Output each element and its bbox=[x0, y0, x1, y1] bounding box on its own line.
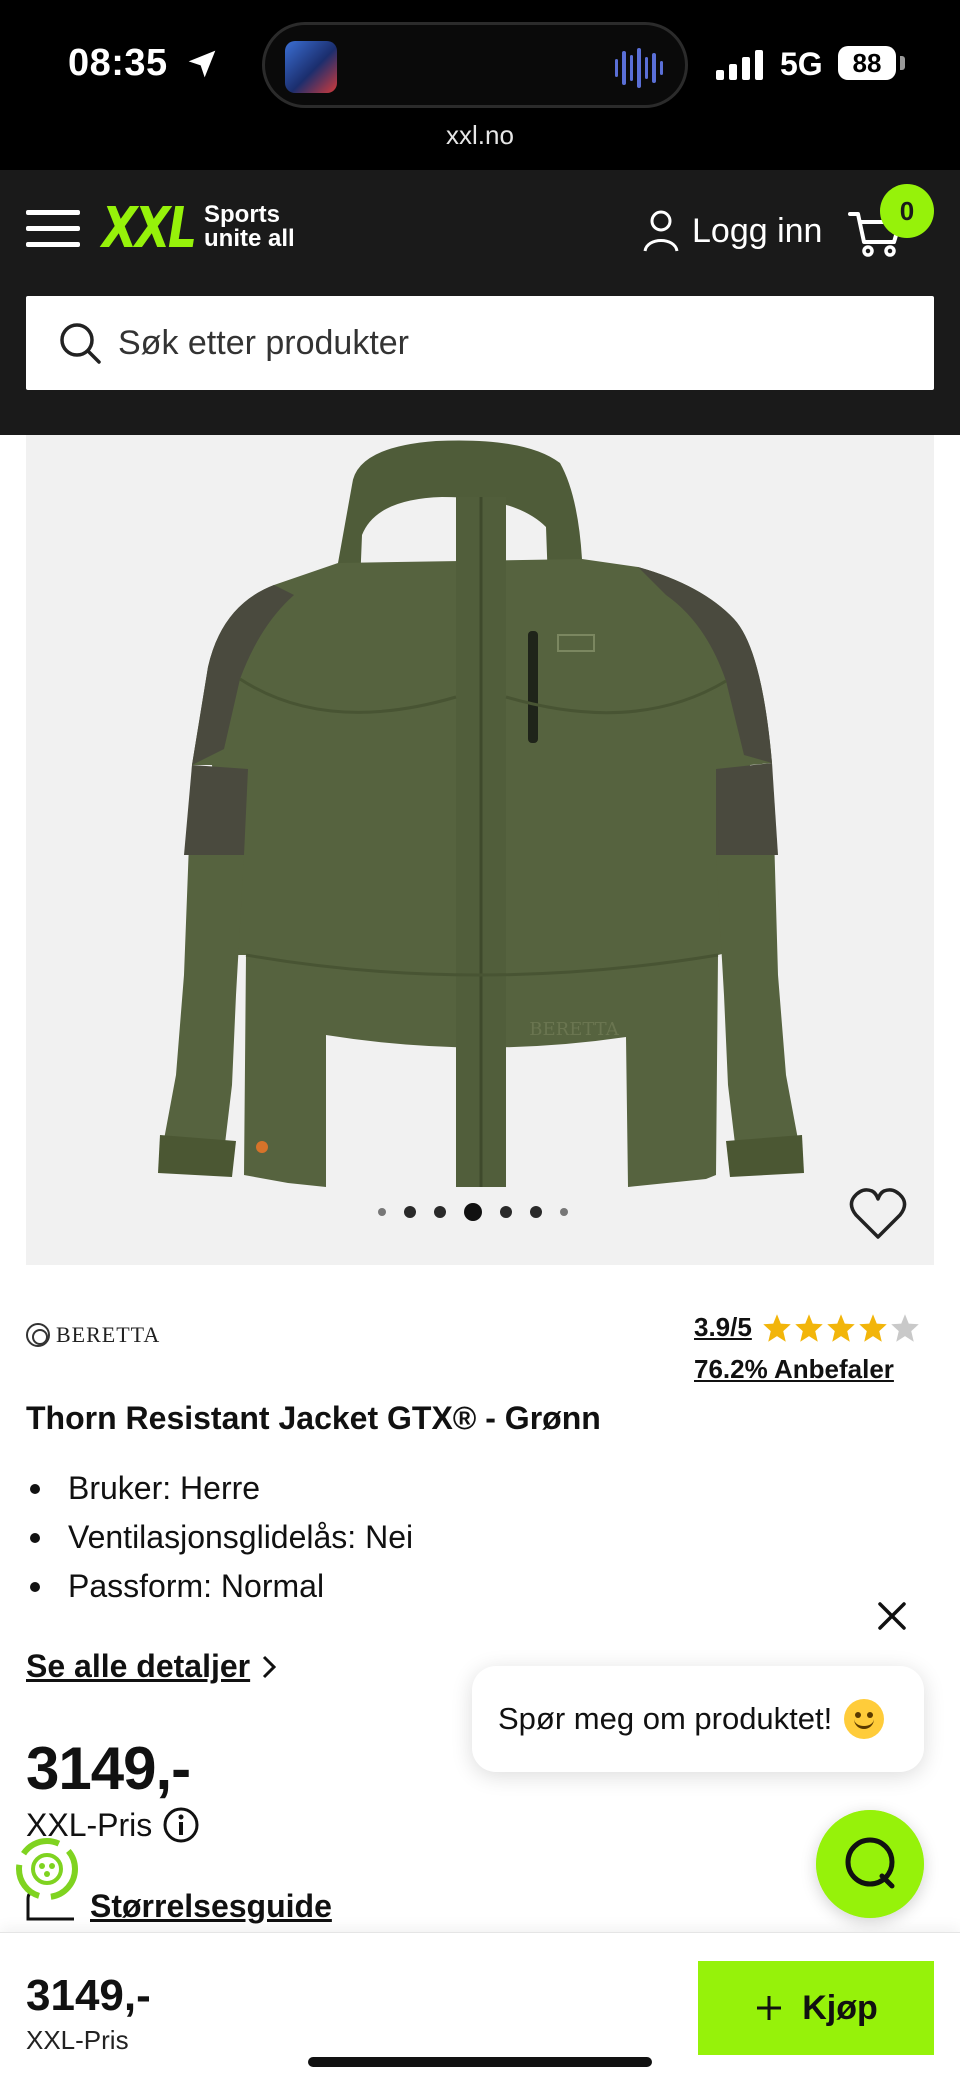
beretta-seal-icon bbox=[26, 1323, 50, 1347]
status-time: 08:35 bbox=[68, 42, 168, 84]
dynamic-island[interactable] bbox=[262, 22, 688, 108]
chat-button[interactable] bbox=[816, 1810, 924, 1918]
see-all-details-label: Se alle detaljer bbox=[26, 1648, 251, 1684]
logo-mark: XXL bbox=[102, 195, 197, 261]
recycle-badge-icon[interactable] bbox=[14, 1836, 80, 1902]
brand-name: BERETTA bbox=[56, 1322, 161, 1347]
star-empty-icon bbox=[891, 1313, 919, 1342]
see-all-details-link[interactable]: Se alle detaljer bbox=[26, 1648, 277, 1685]
recommend-percentage[interactable]: 76.2% Anbefaler bbox=[694, 1354, 894, 1385]
carousel-dot[interactable] bbox=[434, 1206, 446, 1218]
logo-tagline-line1: Sports bbox=[204, 201, 281, 228]
chat-prompt-bubble[interactable]: Spør meg om produktet! bbox=[472, 1666, 924, 1772]
sticky-buy-bar: 3149,- XXL-Pris Kjøp bbox=[0, 1932, 960, 2081]
login-label: Logg inn bbox=[692, 211, 823, 250]
carousel-dot[interactable] bbox=[500, 1206, 512, 1218]
carousel-dot[interactable] bbox=[530, 1206, 542, 1218]
xxl-logo[interactable]: XXL Sports unite all bbox=[102, 196, 295, 261]
plus-icon bbox=[757, 1996, 782, 2020]
rating-score: 3.9/5 bbox=[694, 1312, 752, 1342]
search-placeholder: Søk etter produkter bbox=[118, 323, 410, 362]
now-playing-artwork bbox=[285, 41, 337, 93]
logo-tagline: Sports unite all bbox=[204, 203, 314, 251]
product-title: Thorn Resistant Jacket GTX® - Grønn bbox=[26, 1400, 601, 1436]
star-icon bbox=[859, 1313, 887, 1342]
carousel-dot[interactable] bbox=[378, 1208, 386, 1216]
buy-bar-price: 3149,- bbox=[26, 1971, 151, 2020]
spec-item: Ventilasjonsglidelås: Nei bbox=[26, 1515, 413, 1564]
buy-bar-price-label: XXL-Pris bbox=[26, 2025, 129, 2055]
home-indicator[interactable] bbox=[308, 2057, 652, 2067]
info-icon[interactable] bbox=[162, 1806, 200, 1844]
svg-text:BERETTA: BERETTA bbox=[529, 1019, 619, 1040]
audio-waveform-icon bbox=[615, 47, 663, 89]
carousel-dot[interactable] bbox=[404, 1206, 416, 1218]
search-icon bbox=[60, 323, 101, 364]
carousel-pagination[interactable] bbox=[378, 1203, 568, 1221]
logo-tagline-line2: unite all bbox=[204, 225, 295, 252]
network-type: 5G bbox=[780, 46, 823, 82]
site-header: XXL Sports unite all Logg inn 0 Søk ette… bbox=[0, 170, 960, 435]
product-specs-list: Bruker: Herre Ventilasjonsglidelås: Nei … bbox=[26, 1466, 413, 1613]
spec-item: Bruker: Herre bbox=[26, 1466, 413, 1515]
star-icon bbox=[795, 1313, 823, 1342]
star-icon bbox=[763, 1313, 791, 1342]
heart-icon[interactable] bbox=[848, 1187, 908, 1241]
buy-button-label: Kjøp bbox=[802, 1988, 878, 2027]
chat-prompt-text: Spør meg om produktet! bbox=[498, 1701, 833, 1736]
status-bar: 08:35 5G 88 xxl.no bbox=[0, 0, 960, 170]
product-image-carousel[interactable]: BERETTA bbox=[26, 435, 934, 1265]
chevron-right-icon bbox=[263, 1655, 277, 1678]
search-input[interactable]: Søk etter produkter bbox=[26, 296, 934, 390]
star-icon bbox=[827, 1313, 855, 1342]
product-image-jacket: BERETTA bbox=[26, 435, 934, 1265]
battery-cap bbox=[900, 56, 905, 70]
battery-level: 88 bbox=[838, 46, 896, 80]
cart-count-badge[interactable]: 0 bbox=[880, 184, 934, 238]
star-rating bbox=[762, 1313, 920, 1343]
user-icon bbox=[643, 210, 679, 252]
carousel-dot[interactable] bbox=[560, 1208, 568, 1216]
location-arrow-icon bbox=[188, 50, 216, 78]
spec-item: Passform: Normal bbox=[26, 1564, 413, 1613]
carousel-dot-active[interactable] bbox=[464, 1203, 482, 1221]
buy-button[interactable]: Kjøp bbox=[698, 1961, 934, 2055]
cellular-signal-icon bbox=[716, 50, 763, 80]
product-price: 3149,- bbox=[26, 1735, 191, 1802]
close-icon[interactable] bbox=[874, 1598, 910, 1634]
size-guide-label: Størrelsesguide bbox=[90, 1888, 332, 1924]
smiley-emoji-icon bbox=[844, 1699, 885, 1739]
product-rating[interactable]: 3.9/5 bbox=[694, 1312, 920, 1343]
menu-button[interactable] bbox=[26, 206, 82, 250]
page-url[interactable]: xxl.no bbox=[0, 120, 960, 151]
brand-logo[interactable]: BERETTA bbox=[26, 1322, 160, 1348]
login-button[interactable]: Logg inn bbox=[642, 206, 822, 256]
